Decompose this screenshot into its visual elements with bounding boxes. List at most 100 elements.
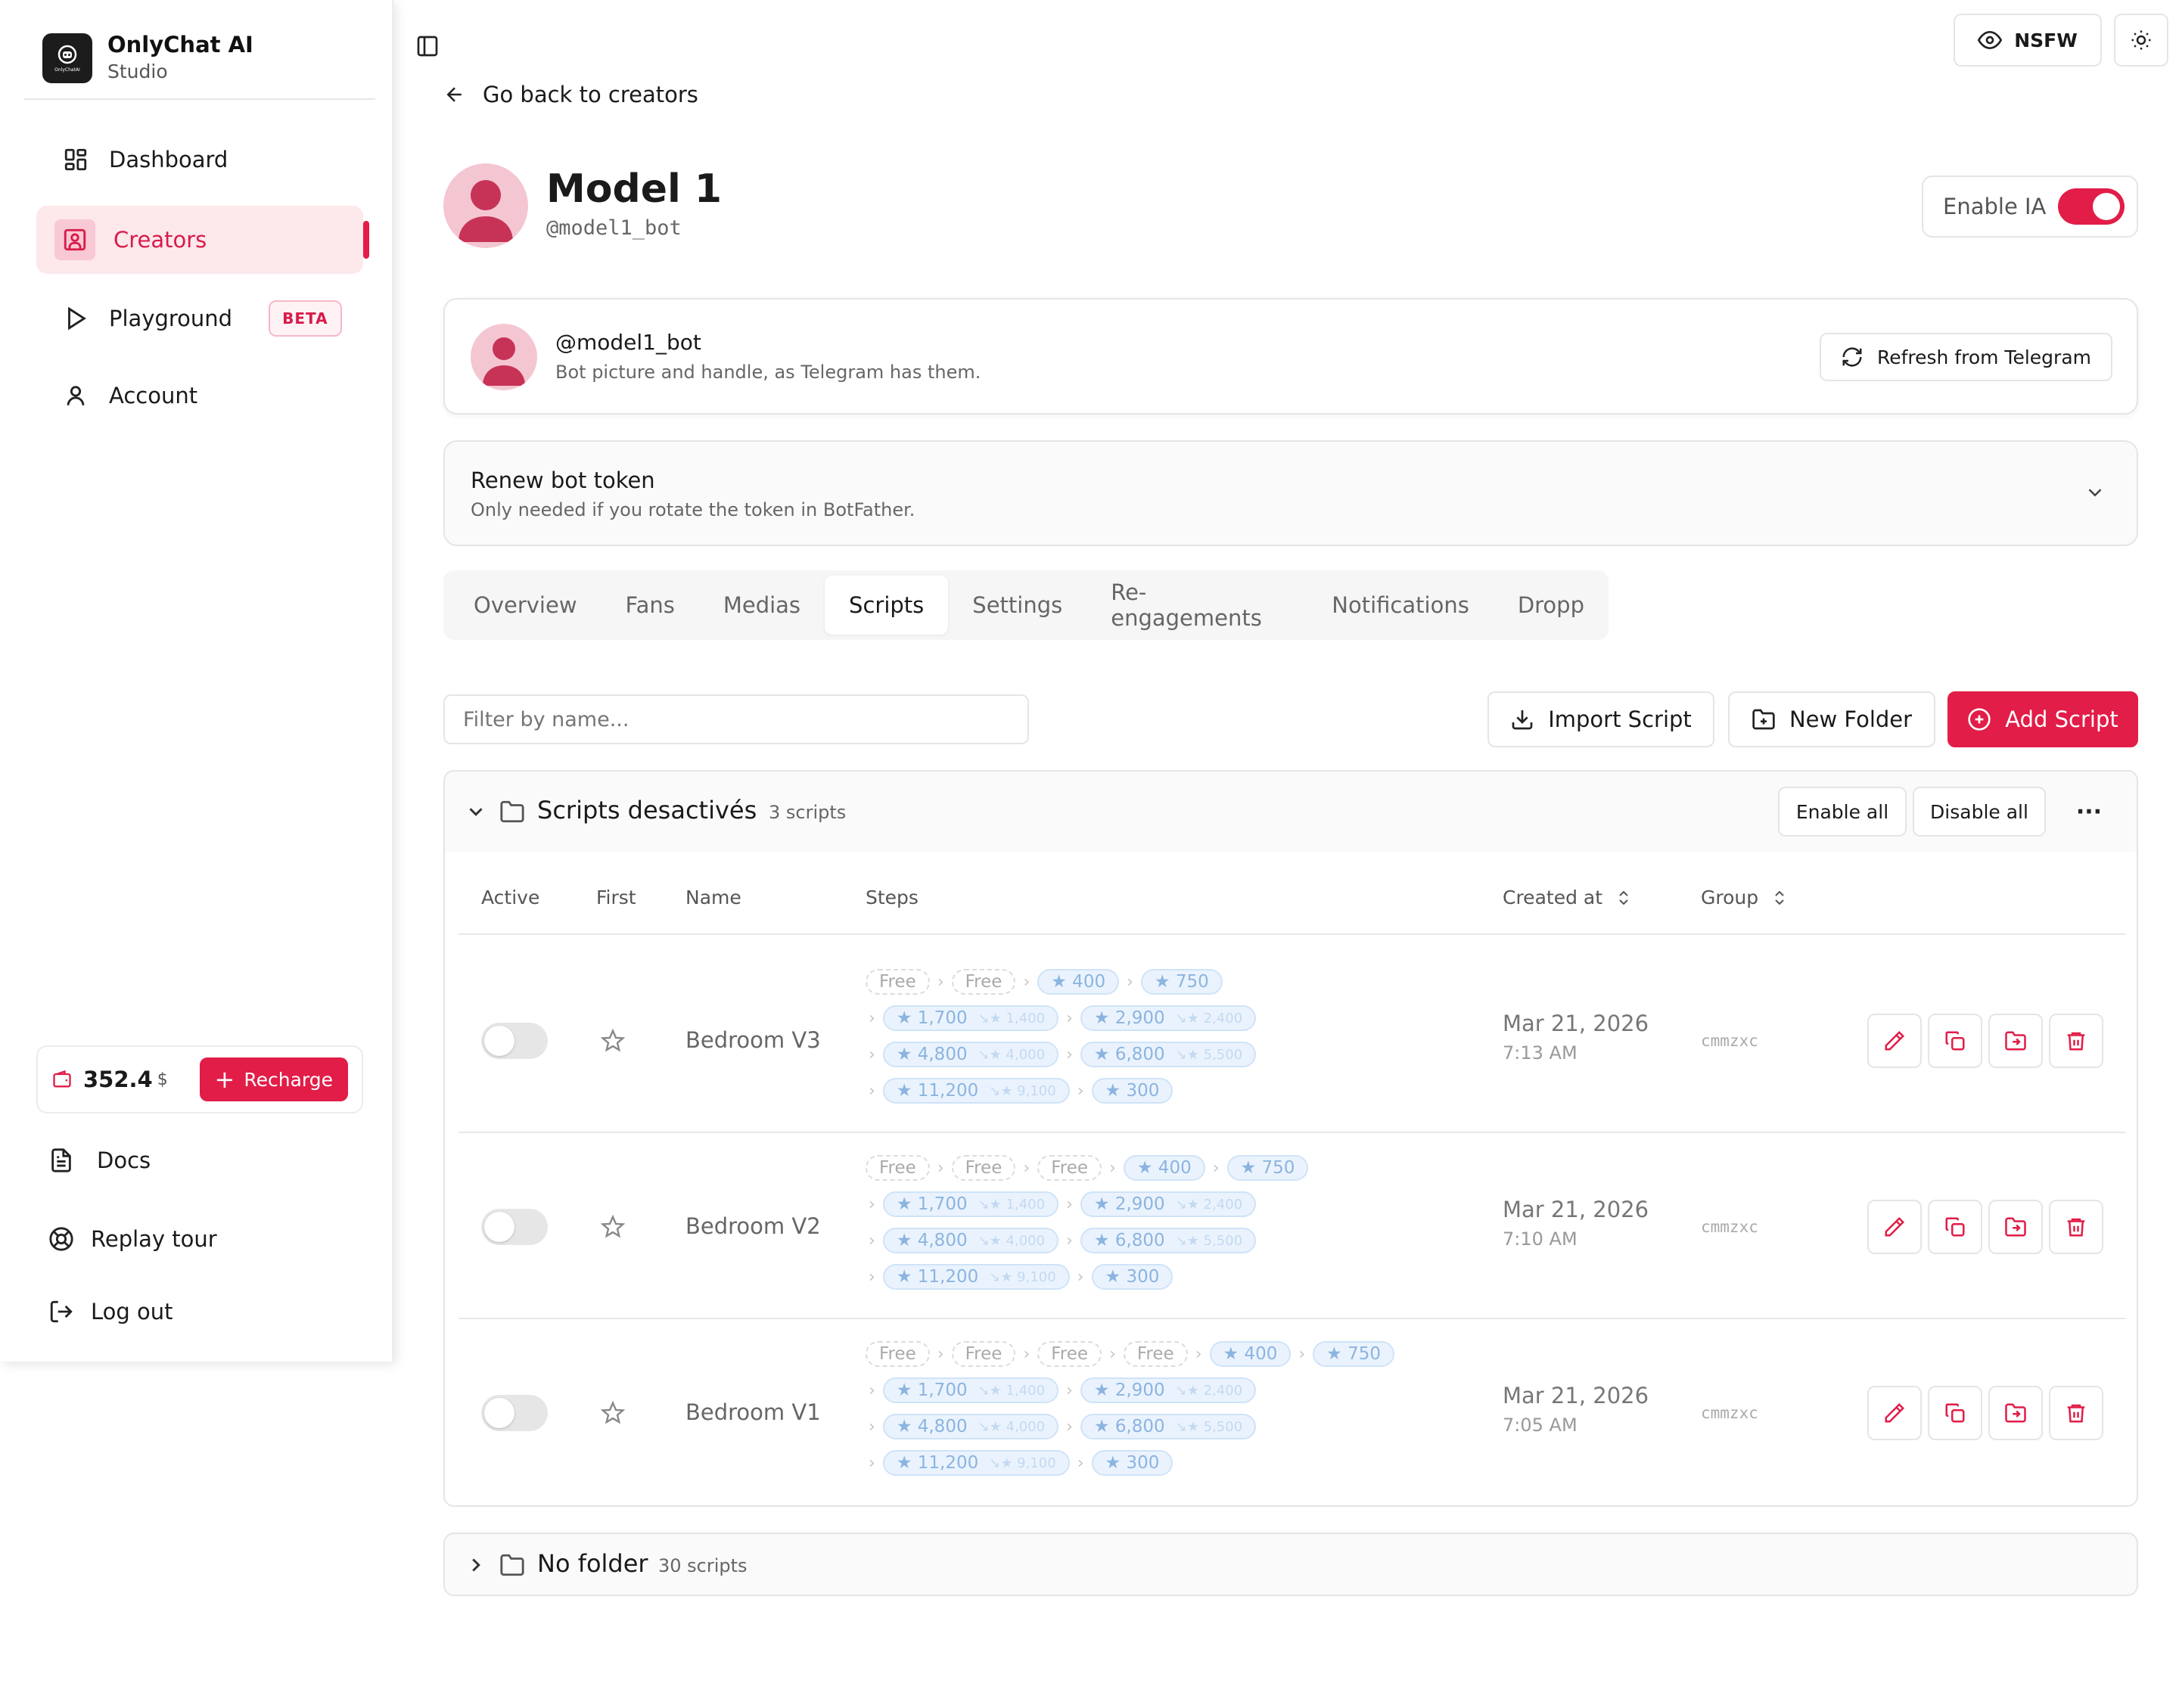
user-icon — [61, 380, 91, 411]
star-icon[interactable] — [600, 1028, 626, 1056]
trash-icon — [2065, 1029, 2087, 1052]
chevron-right-icon: › — [1195, 1344, 1202, 1364]
trash-icon — [2065, 1402, 2087, 1424]
enable-ia-label: Enable IA — [1943, 194, 2047, 219]
steps-line: › ★ 11,200 ↘★ 9,100 › ★ 300 — [866, 1259, 1471, 1295]
delete-button[interactable] — [2049, 1386, 2103, 1440]
step-pill: Free — [1037, 1341, 1102, 1367]
add-script-button[interactable]: Add Script — [1947, 691, 2138, 747]
table-row: Bedroom V2 Free › Free › Free › ★ 400 › ★ 750 › ★ 1… — [445, 1133, 2137, 1319]
chevron-down-icon — [2084, 481, 2106, 507]
column-header-first: First — [596, 887, 636, 908]
delete-button[interactable] — [2049, 1014, 2103, 1068]
step-pill: Free — [951, 969, 1016, 995]
sidebar-item-replay-tour[interactable]: Replay tour — [48, 1209, 217, 1269]
wallet-card: 352.4 $ + Recharge — [36, 1045, 363, 1113]
sidebar-item-docs[interactable]: Docs — [48, 1130, 151, 1191]
enable-ia-toggle[interactable] — [2058, 188, 2125, 225]
column-header-active: Active — [481, 887, 540, 908]
bot-handle: @model1_bot — [555, 330, 701, 355]
pencil-icon — [1883, 1216, 1906, 1238]
eye-icon — [1978, 28, 2003, 52]
refresh-from-telegram-button[interactable]: Refresh from Telegram — [1819, 333, 2112, 381]
tab-notifications[interactable]: Notifications — [1307, 576, 1494, 635]
recharge-button[interactable]: + Recharge — [199, 1057, 348, 1101]
active-toggle[interactable] — [481, 1395, 548, 1431]
column-header-group[interactable]: Group — [1701, 887, 1789, 908]
chevron-right-icon: › — [1066, 1231, 1073, 1250]
chevron-right-icon: › — [869, 1231, 875, 1250]
no-folder-group[interactable]: No folder 30 scripts — [443, 1533, 2138, 1596]
move-button[interactable] — [1988, 1014, 2043, 1068]
sidebar-item-logout[interactable]: Log out — [48, 1281, 173, 1342]
sidebar-item-label: Dashboard — [109, 147, 228, 172]
sidebar-item-playground[interactable]: Playground BETA — [36, 284, 363, 352]
star-icon[interactable] — [600, 1400, 626, 1428]
active-toggle[interactable] — [481, 1209, 548, 1245]
duplicate-button[interactable] — [1928, 1200, 1982, 1254]
edit-button[interactable] — [1867, 1386, 1922, 1440]
logout-icon — [48, 1299, 74, 1324]
folder-move-icon — [2004, 1216, 2027, 1238]
theme-toggle-button[interactable] — [2114, 14, 2168, 67]
folder-move-icon — [2004, 1402, 2027, 1424]
step-price: ★ 400 — [1136, 1158, 1192, 1178]
sidebar-item-label: Creators — [113, 227, 207, 253]
step-price: ★ 750 — [1240, 1158, 1295, 1178]
duplicate-button[interactable] — [1928, 1014, 1982, 1068]
back-link[interactable]: Go back to creators — [443, 82, 698, 107]
step-pill: ★ 1,700 ↘★ 1,400 — [882, 1377, 1059, 1403]
folder-icon — [499, 799, 525, 824]
script-steps: Free › Free › Free › Free › ★ 400 › ★ 750 › ★ 1,700 ↘… — [866, 1336, 1471, 1481]
tab-overview[interactable]: Overview — [449, 576, 601, 635]
step-price: Free — [965, 1344, 1002, 1364]
edit-button[interactable] — [1867, 1200, 1922, 1254]
duplicate-button[interactable] — [1928, 1386, 1982, 1440]
sidebar-item-account[interactable]: Account — [36, 362, 363, 430]
brand[interactable]: OnlyChatAI OnlyChat AI Studio — [24, 24, 375, 100]
script-name: Bedroom V2 — [685, 1213, 821, 1239]
folder-header[interactable]: Scripts desactivés 3 scripts Enable all … — [445, 772, 2137, 852]
import-script-button[interactable]: Import Script — [1487, 691, 1714, 747]
sidebar-item-dashboard[interactable]: Dashboard — [36, 126, 363, 194]
tab-settings[interactable]: Settings — [948, 576, 1086, 635]
step-price: ★ 400 — [1223, 1344, 1278, 1364]
tab-scripts[interactable]: Scripts — [825, 576, 949, 635]
folder-name: Scripts desactivés — [537, 796, 757, 824]
disable-all-button[interactable]: Disable all — [1913, 787, 2046, 837]
created-time: 7:10 AM — [1503, 1228, 1578, 1250]
nsfw-toggle-button[interactable]: NSFW — [1954, 14, 2102, 67]
filter-input[interactable] — [443, 694, 1029, 744]
chevron-right-icon: › — [1066, 1380, 1073, 1400]
enable-all-button[interactable]: Enable all — [1778, 787, 1907, 837]
sidebar-item-creators[interactable]: Creators — [36, 206, 369, 274]
sidebar-toggle-button[interactable] — [412, 30, 443, 62]
tab-dropp[interactable]: Dropp — [1494, 576, 1609, 635]
plus-circle-icon — [1967, 707, 1991, 731]
chevron-right-icon: › — [1077, 1267, 1084, 1287]
column-header-created-at[interactable]: Created at — [1503, 887, 1633, 908]
renew-token-card[interactable]: Renew bot token Only needed if you rotat… — [443, 440, 2138, 546]
chevron-right-icon: › — [869, 1194, 875, 1214]
delete-button[interactable] — [2049, 1200, 2103, 1254]
tab-fans[interactable]: Fans — [601, 576, 699, 635]
step-price: ★ 2,900 — [1093, 1194, 1165, 1214]
chevron-right-icon: › — [1109, 1344, 1116, 1364]
star-icon[interactable] — [600, 1214, 626, 1242]
step-pill: Free — [1123, 1341, 1188, 1367]
more-options-button[interactable]: ··· — [2070, 793, 2108, 831]
move-button[interactable] — [1988, 1386, 2043, 1440]
move-button[interactable] — [1988, 1200, 2043, 1254]
plus-icon: + — [214, 1065, 235, 1094]
tab-re-engagements[interactable]: Re-engagements — [1086, 576, 1307, 635]
step-price: ★ 4,800 — [896, 1231, 968, 1250]
tab-medias[interactable]: Medias — [699, 576, 825, 635]
active-toggle[interactable] — [481, 1023, 548, 1059]
chevron-right-icon: › — [1298, 1344, 1306, 1364]
new-folder-button[interactable]: New Folder — [1728, 691, 1935, 747]
chevron-right-icon: › — [1066, 1194, 1073, 1214]
renew-title: Renew bot token — [471, 467, 655, 493]
steps-line: › ★ 4,800 ↘★ 4,000 › ★ 6,800 ↘★ 5,500 — [866, 1222, 1471, 1259]
edit-button[interactable] — [1867, 1014, 1922, 1068]
panel-left-icon — [415, 34, 440, 58]
